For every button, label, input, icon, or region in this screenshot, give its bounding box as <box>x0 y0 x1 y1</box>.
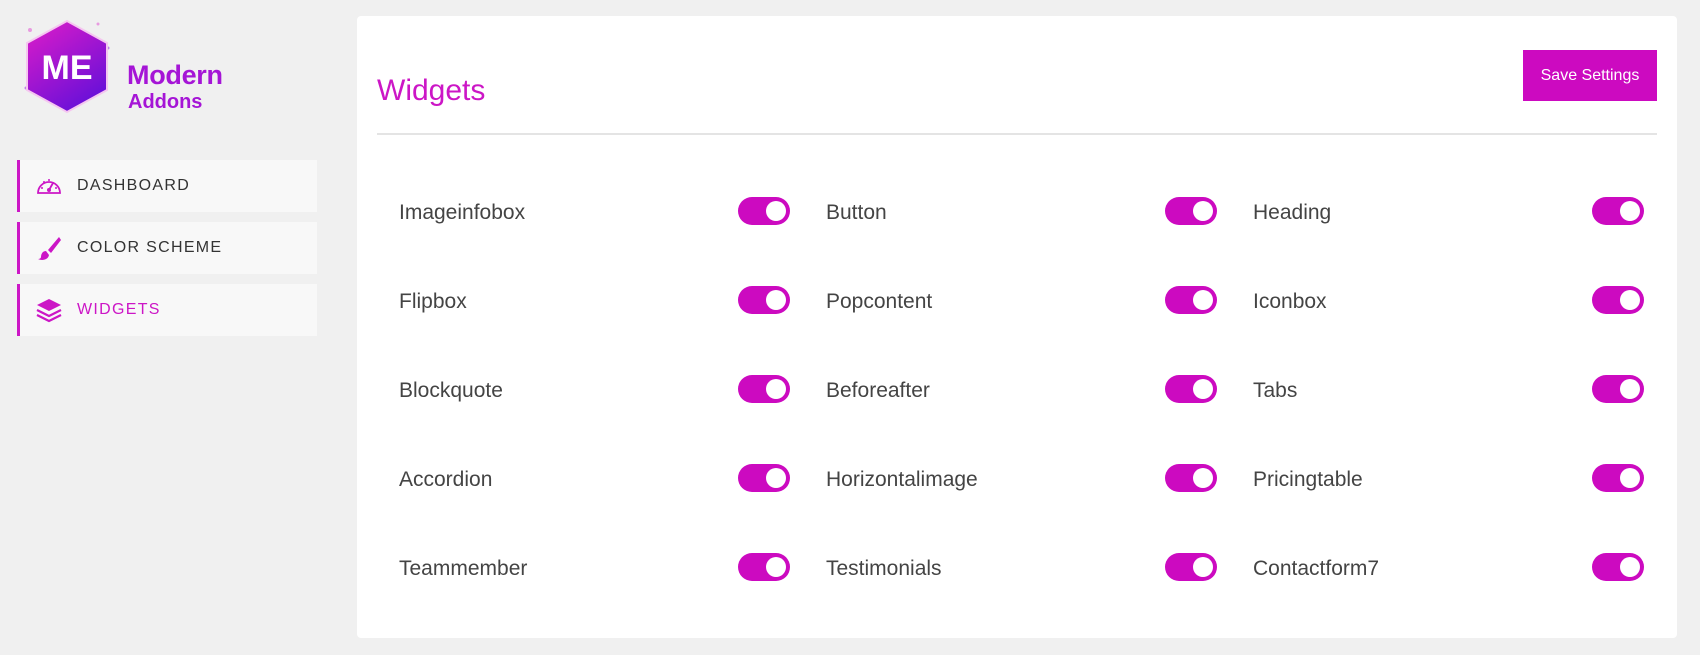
sidebar-item-widgets[interactable]: WIDGETS <box>17 284 317 336</box>
widget-label: Heading <box>1253 201 1332 224</box>
toggle-knob <box>1620 468 1640 488</box>
widget-toggle[interactable] <box>738 553 790 581</box>
widget-grid: Imageinfobox Button Heading Flipbox Popconte… <box>399 186 1656 631</box>
sidebar-item-label: COLOR SCHEME <box>77 239 223 256</box>
widget-toggle[interactable] <box>738 464 790 492</box>
logo[interactable]: ME Modern Addons <box>20 18 250 126</box>
svg-text:ME: ME <box>42 49 93 87</box>
widget-toggle[interactable] <box>1165 375 1217 403</box>
toggle-knob <box>766 557 786 577</box>
sidebar-nav: DASHBOARD COLOR SCHEME WIDGETS <box>17 160 317 346</box>
toggle-knob <box>1193 290 1213 310</box>
toggle-knob <box>1620 201 1640 221</box>
sidebar-item-label: WIDGETS <box>77 301 161 318</box>
toggle-knob <box>1193 468 1213 488</box>
widget-label: Tabs <box>1253 379 1298 402</box>
widget-label: Beforeafter <box>826 379 930 402</box>
layers-icon <box>36 299 62 323</box>
widget-toggle[interactable] <box>1592 464 1644 492</box>
widget-label: Testimonials <box>826 557 942 580</box>
sidebar-item-label: DASHBOARD <box>77 177 191 194</box>
widget-row: Testimonials <box>826 542 1217 631</box>
toggle-knob <box>766 468 786 488</box>
widget-row: Iconbox <box>1253 275 1644 364</box>
sidebar-item-dashboard[interactable]: DASHBOARD <box>17 160 317 212</box>
widget-label: Contactform7 <box>1253 557 1380 580</box>
toggle-knob <box>1620 290 1640 310</box>
widget-row: Teammember <box>399 542 790 631</box>
sidebar: ME Modern Addons DASHBOARD COLOR SCHEME <box>0 0 335 655</box>
widget-row: Pricingtable <box>1253 453 1644 542</box>
widget-row: Heading <box>1253 186 1644 275</box>
logo-hexagon-icon: ME <box>24 19 110 114</box>
widgets-panel: Widgets Save Settings Imageinfobox Button… <box>357 16 1677 638</box>
paint-brush-icon <box>38 237 61 260</box>
widget-toggle[interactable] <box>1592 197 1644 225</box>
brand-subname: Addons <box>128 91 203 113</box>
toggle-knob <box>766 290 786 310</box>
widget-toggle[interactable] <box>1165 197 1217 225</box>
widget-row: Beforeafter <box>826 364 1217 453</box>
widget-label: Horizontalimage <box>826 468 978 491</box>
widget-row: Imageinfobox <box>399 186 790 275</box>
toggle-knob <box>1620 379 1640 399</box>
widget-toggle[interactable] <box>1592 286 1644 314</box>
widget-toggle[interactable] <box>1165 286 1217 314</box>
widget-row: Flipbox <box>399 275 790 364</box>
widget-toggle[interactable] <box>1592 375 1644 403</box>
widget-label: Blockquote <box>399 379 503 402</box>
widget-toggle[interactable] <box>738 375 790 403</box>
toggle-knob <box>766 201 786 221</box>
widget-row: Tabs <box>1253 364 1644 453</box>
widget-label: Imageinfobox <box>399 201 526 224</box>
toggle-knob <box>1193 379 1213 399</box>
widget-row: Button <box>826 186 1217 275</box>
widget-label: Button <box>826 201 887 224</box>
toggle-knob <box>1620 557 1640 577</box>
widget-toggle[interactable] <box>1592 553 1644 581</box>
widget-label: Accordion <box>399 468 493 491</box>
toggle-knob <box>1193 557 1213 577</box>
widget-row: Horizontalimage <box>826 453 1217 542</box>
widget-label: Popcontent <box>826 290 933 313</box>
widget-label: Pricingtable <box>1253 468 1363 491</box>
brand-name: Modern <box>127 60 223 90</box>
widget-label: Teammember <box>399 557 528 580</box>
toggle-knob <box>1193 201 1213 221</box>
widget-row: Accordion <box>399 453 790 542</box>
widget-row: Contactform7 <box>1253 542 1644 631</box>
divider <box>377 133 1657 135</box>
widget-label: Iconbox <box>1253 290 1327 313</box>
page-title: Widgets <box>377 74 486 107</box>
dashboard-gauge-icon <box>37 179 61 194</box>
widget-toggle[interactable] <box>1165 464 1217 492</box>
toggle-knob <box>766 379 786 399</box>
widget-toggle[interactable] <box>738 197 790 225</box>
widget-toggle[interactable] <box>1165 553 1217 581</box>
sidebar-item-color-scheme[interactable]: COLOR SCHEME <box>17 222 317 274</box>
save-settings-button[interactable]: Save Settings <box>1523 50 1657 101</box>
widget-row: Blockquote <box>399 364 790 453</box>
widget-toggle[interactable] <box>738 286 790 314</box>
widget-label: Flipbox <box>399 290 467 313</box>
widget-row: Popcontent <box>826 275 1217 364</box>
